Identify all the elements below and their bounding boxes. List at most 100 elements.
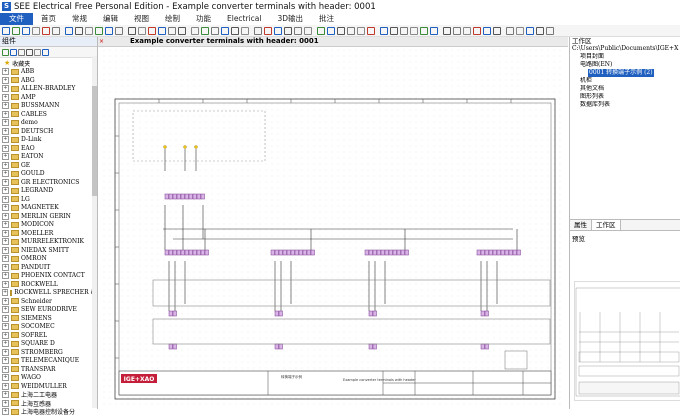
tree-item-manufacturer[interactable]: +BUSSMANN xyxy=(0,102,97,111)
expand-icon[interactable]: + xyxy=(2,153,9,160)
panel-tool-button[interactable] xyxy=(34,49,41,56)
expand-icon[interactable]: + xyxy=(2,162,9,169)
expand-icon[interactable]: + xyxy=(2,349,9,356)
expand-icon[interactable]: + xyxy=(2,306,9,313)
tab-draw[interactable]: 绘制 xyxy=(157,13,188,25)
toolbar-button[interactable] xyxy=(95,27,103,35)
tree-item-manufacturer[interactable]: +AMP xyxy=(0,93,97,102)
expand-icon[interactable]: + xyxy=(2,391,9,398)
toolbar-button[interactable] xyxy=(52,27,60,35)
tree-item-manufacturer[interactable]: +MODICON xyxy=(0,221,97,230)
scrollbar-thumb[interactable] xyxy=(92,86,97,196)
expand-icon[interactable]: + xyxy=(2,145,9,152)
expand-icon[interactable]: + xyxy=(2,315,9,322)
toolbar-button[interactable] xyxy=(453,27,461,35)
toolbar-button[interactable] xyxy=(75,27,83,35)
tab-edit[interactable]: 编辑 xyxy=(95,13,126,25)
expand-icon[interactable]: + xyxy=(2,366,9,373)
toolbar-button[interactable] xyxy=(317,27,325,35)
tree-item-database-list[interactable]: 数据库列表 xyxy=(570,101,680,109)
toolbar-button[interactable] xyxy=(12,27,20,35)
tree-item-manufacturer[interactable]: +OMRON xyxy=(0,255,97,264)
expand-icon[interactable]: + xyxy=(2,94,9,101)
toolbar-button[interactable] xyxy=(128,27,136,35)
expand-icon[interactable]: + xyxy=(2,68,9,75)
toolbar-button[interactable] xyxy=(138,27,146,35)
tree-item-manufacturer[interactable]: +SOFREL xyxy=(0,331,97,340)
tree-item-cover[interactable]: 项目封面 xyxy=(570,53,680,61)
component-tree-scrollbar[interactable] xyxy=(92,56,97,408)
toolbar-button[interactable] xyxy=(294,27,302,35)
document-tab[interactable]: Example converter terminals with header:… xyxy=(130,37,319,46)
tree-item-manufacturer[interactable]: +CABLES xyxy=(0,110,97,119)
toolbar-button[interactable] xyxy=(410,27,418,35)
tree-item-manufacturer[interactable]: +上海互感器 xyxy=(0,399,97,408)
expand-icon[interactable]: + xyxy=(2,238,9,245)
panel-tool-button[interactable] xyxy=(10,49,17,56)
tab-3d-output[interactable]: 3D输出 xyxy=(269,13,311,25)
toolbar-button[interactable] xyxy=(400,27,408,35)
tree-item-manufacturer[interactable]: +SOCOMEC xyxy=(0,323,97,332)
toolbar-button[interactable] xyxy=(526,27,534,35)
tree-item-cabinet[interactable]: 机柜 xyxy=(570,77,680,85)
toolbar-button[interactable] xyxy=(347,27,355,35)
toolbar-button[interactable] xyxy=(443,27,451,35)
tree-item-manufacturer[interactable]: +WEIDMULLER xyxy=(0,382,97,391)
expand-icon[interactable]: + xyxy=(2,128,9,135)
tree-item-favorites[interactable]: ★ 收藏夹 xyxy=(0,59,97,68)
expand-icon[interactable]: + xyxy=(2,85,9,92)
expand-icon[interactable]: + xyxy=(2,77,9,84)
toolbar-button[interactable] xyxy=(430,27,438,35)
expand-icon[interactable]: + xyxy=(2,102,9,109)
expand-icon[interactable]: + xyxy=(2,170,9,177)
toolbar-button[interactable] xyxy=(158,27,166,35)
panel-tool-button[interactable] xyxy=(18,49,25,56)
toolbar-button[interactable] xyxy=(65,27,73,35)
toolbar-button[interactable] xyxy=(390,27,398,35)
tree-item-manufacturer[interactable]: +上海二工电器 xyxy=(0,391,97,400)
tab-home[interactable]: 首页 xyxy=(33,13,64,25)
tree-item-manufacturer[interactable]: +PHOENIX CONTACT xyxy=(0,272,97,281)
expand-icon[interactable]: + xyxy=(2,264,9,271)
toolbar-button[interactable] xyxy=(304,27,312,35)
toolbar-button[interactable] xyxy=(274,27,282,35)
toolbar-button[interactable] xyxy=(254,27,262,35)
toolbar-button[interactable] xyxy=(168,27,176,35)
tree-item-manufacturer[interactable]: +ROCKWELL SPRECHER &amp; xyxy=(0,289,97,298)
tree-item-manufacturer[interactable]: +ALLEN-BRADLEY xyxy=(0,85,97,94)
expand-icon[interactable]: + xyxy=(2,408,9,415)
tree-item-manufacturer[interactable]: +MOELLER xyxy=(0,229,97,238)
tree-item-schematics[interactable]: 电路图(EN) xyxy=(570,61,680,69)
tab-general[interactable]: 常规 xyxy=(64,13,95,25)
schematic-canvas[interactable]: IGE+XAO 转换端子示例 Example converter termina… xyxy=(103,49,563,407)
toolbar-button[interactable] xyxy=(473,27,481,35)
toolbar-button[interactable] xyxy=(380,27,388,35)
toolbar-button[interactable] xyxy=(148,27,156,35)
expand-icon[interactable]: + xyxy=(2,281,9,288)
toolbar-button[interactable] xyxy=(546,27,554,35)
expand-icon[interactable]: + xyxy=(2,187,9,194)
tree-item-manufacturer[interactable]: +DEUTSCH xyxy=(0,127,97,136)
tree-item-manufacturer[interactable]: +ABG xyxy=(0,76,97,85)
tree-item-manufacturer[interactable]: +WAGO xyxy=(0,374,97,383)
expand-icon[interactable]: + xyxy=(2,272,9,279)
toolbar-button[interactable] xyxy=(105,27,113,35)
tab-view[interactable]: 视图 xyxy=(126,13,157,25)
tree-item-manufacturer[interactable]: +ROCKWELL xyxy=(0,280,97,289)
tree-item-other-docs[interactable]: 其他文档 xyxy=(570,85,680,93)
tree-item-manufacturer[interactable]: +EATON xyxy=(0,153,97,162)
tree-item-manufacturer[interactable]: +MURRELEKTRONIK xyxy=(0,238,97,247)
tree-item-manufacturer[interactable]: +TELEMECANIQUE xyxy=(0,357,97,366)
tree-item-manufacturer[interactable]: +PANDUIT xyxy=(0,263,97,272)
tree-item-manufacturer[interactable]: +EAO xyxy=(0,144,97,153)
expand-icon[interactable]: + xyxy=(2,230,9,237)
toolbar-button[interactable] xyxy=(367,27,375,35)
toolbar-button[interactable] xyxy=(506,27,514,35)
tree-item-manufacturer[interactable]: +MERLIN GERIN xyxy=(0,212,97,221)
toolbar-button[interactable] xyxy=(115,27,123,35)
tab-annotate[interactable]: 批注 xyxy=(311,13,342,25)
expand-icon[interactable]: + xyxy=(2,179,9,186)
expand-icon[interactable]: + xyxy=(2,357,9,364)
toolbar-button[interactable] xyxy=(42,27,50,35)
toolbar-button[interactable] xyxy=(493,27,501,35)
